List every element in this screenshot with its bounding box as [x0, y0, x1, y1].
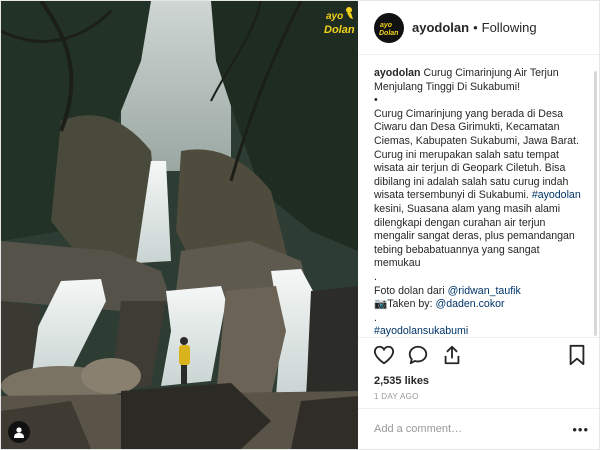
comment-box: Add a comment… •••	[358, 408, 599, 449]
hashtag-link-ayodolan[interactable]: #ayodolan	[532, 189, 581, 201]
post-header: ayo Dolan ayodolan • Following	[358, 1, 599, 55]
taken-by-handle[interactable]: @daden.cokor	[435, 298, 504, 310]
caption-title: ayodolan Curug Cimarinjung Air Terjun Me…	[374, 67, 585, 94]
ayodolan-logo: ayo Dolan	[323, 5, 356, 39]
taken-by-prefix: 📷Taken by:	[374, 298, 436, 311]
caption-body-text: Curug Cimarinjung yang berada di Desa Ci…	[374, 107, 579, 202]
svg-text:Dolan: Dolan	[324, 24, 355, 36]
bookmark-icon[interactable]	[565, 343, 589, 367]
caption-body-rest: kesini, Suasana alam yang masih alami di…	[374, 202, 575, 270]
caption-scrollbar[interactable]	[594, 71, 597, 336]
caption-body: Curug Cimarinjung yang berada di Desa Ci…	[374, 108, 585, 271]
person-tag-icon[interactable]	[8, 421, 30, 443]
photo-credit: Foto dolan dari @ridwan_taufik	[374, 285, 585, 299]
svg-text:Dolan: Dolan	[379, 30, 398, 37]
svg-text:ayo: ayo	[380, 22, 393, 29]
caption-username[interactable]: ayodolan	[374, 67, 421, 79]
hashtag-link-ayodolansukabumi[interactable]: #ayodolansukabumi	[374, 325, 468, 337]
caption-sep-2: .	[374, 311, 377, 324]
post-photo[interactable]: ayo Dolan	[1, 1, 358, 449]
svg-text:ayo: ayo	[326, 11, 343, 22]
photo-credit-prefix: Foto dolan dari	[374, 284, 448, 297]
username-link[interactable]: ayodolan	[412, 20, 469, 35]
avatar[interactable]: ayo Dolan	[374, 12, 404, 43]
photo-credit-handle[interactable]: @ridwan_taufik	[448, 285, 521, 297]
likes-count[interactable]: 2,535 likes	[358, 372, 599, 390]
post-timestamp: 1 DAY AGO	[374, 392, 419, 401]
share-icon[interactable]	[440, 343, 464, 367]
caption-sep-1: .	[374, 270, 377, 283]
taken-by: 📷Taken by: @daden.cokor	[374, 298, 585, 312]
comment-icon[interactable]	[406, 343, 430, 367]
comment-input[interactable]: Add a comment…	[374, 423, 572, 435]
more-options-icon[interactable]: •••	[572, 422, 589, 437]
post-sidebar: ayo Dolan ayodolan • Following ayodolan …	[358, 1, 599, 449]
post-caption: ayodolan Curug Cimarinjung Air Terjun Me…	[358, 55, 599, 337]
waterfall-image	[1, 1, 358, 449]
action-bar	[358, 337, 599, 372]
following-button[interactable]: Following	[482, 20, 537, 35]
hashtag-row: #ayodolansukabumi	[374, 325, 585, 337]
caption-bullet: •	[374, 94, 378, 107]
instagram-post: ayo Dolan ayo Dolan ayodolan • Following…	[0, 0, 600, 450]
follow-separator: •	[473, 20, 478, 35]
heart-icon[interactable]	[372, 343, 396, 367]
